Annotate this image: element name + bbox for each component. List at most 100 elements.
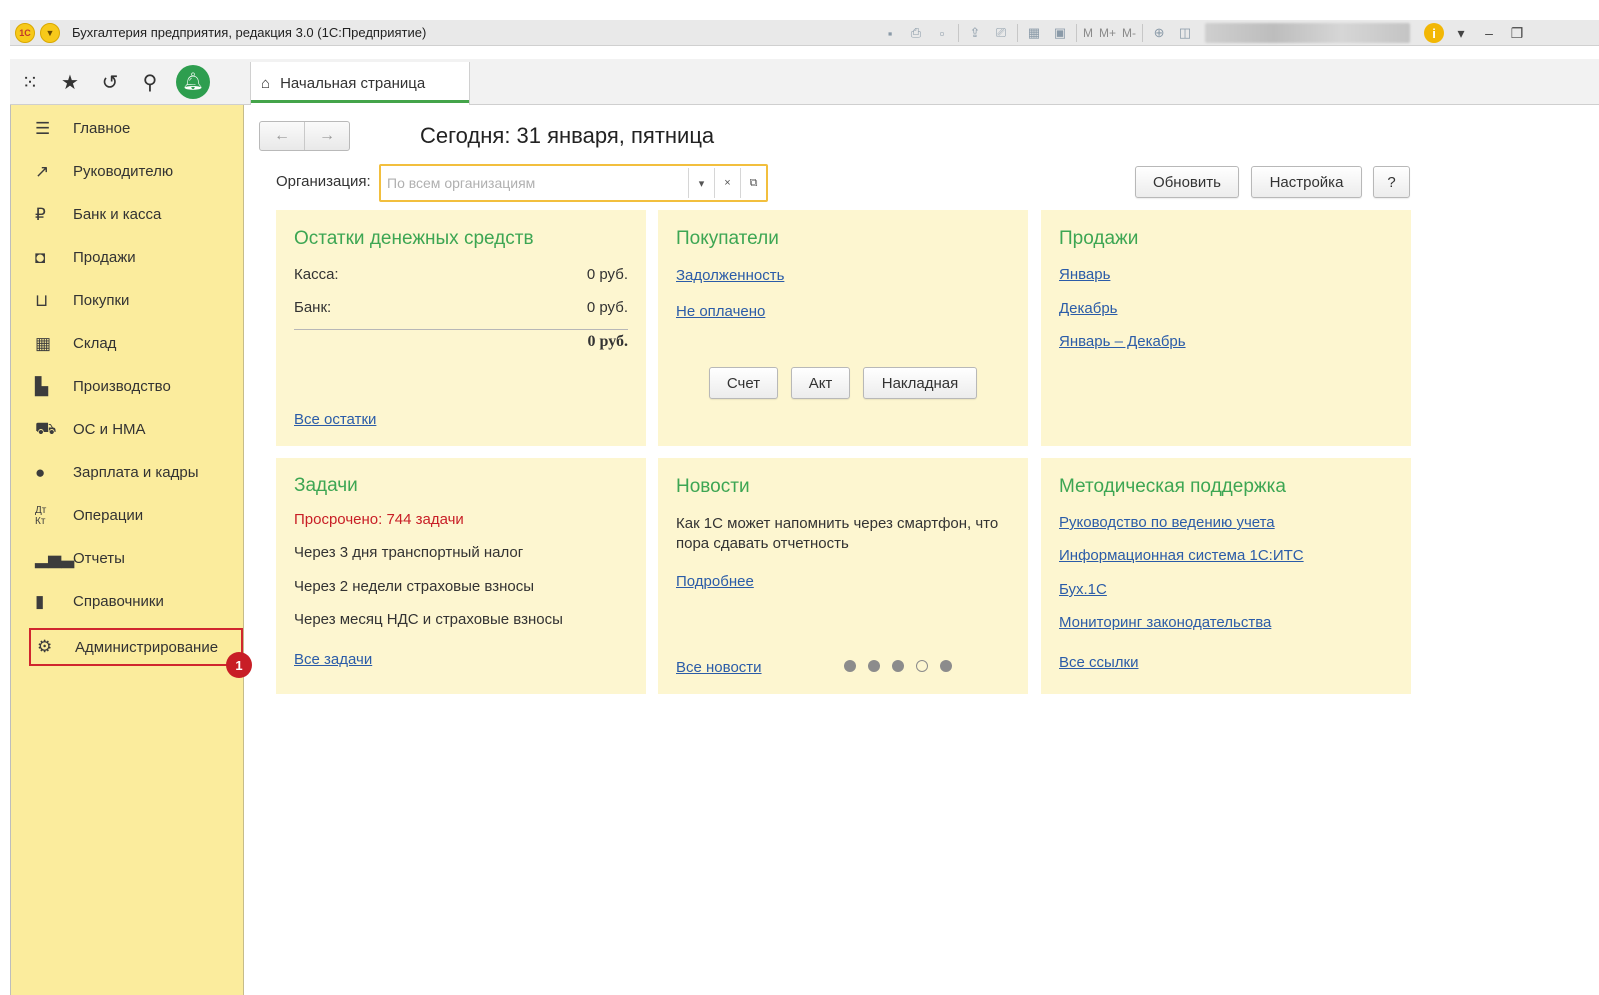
history-nav: ← → [259, 121, 350, 151]
sidebar-item-label: Зарплата и кадры [73, 464, 199, 481]
refresh-button[interactable]: Обновить [1135, 166, 1239, 198]
sidebar-item-sales[interactable]: ◘ Продажи [11, 236, 245, 279]
ruble-coin-icon: ₽ [35, 204, 46, 224]
preview-icon[interactable]: ▫ [932, 24, 952, 42]
task-item[interactable]: Через 2 недели страховые взносы [294, 578, 534, 595]
unpaid-link[interactable]: Не оплачено [676, 303, 765, 320]
news-text: Как 1С может напомнить через смартфон, ч… [676, 515, 999, 552]
support-link[interactable]: Мониторинг законодательства [1059, 614, 1271, 631]
sidebar-item-label: Руководителю [73, 163, 174, 180]
shopping-bag-icon: ◘ [35, 247, 46, 267]
sales-link-december[interactable]: Декабрь [1059, 300, 1117, 317]
toolbar-separator [1142, 24, 1144, 42]
organization-label: Организация: [276, 173, 371, 190]
act-button[interactable]: Акт [791, 367, 850, 399]
info-icon[interactable]: i [1424, 23, 1445, 43]
all-links-link[interactable]: Все ссылки [1059, 654, 1139, 671]
user-name-blurred [1205, 23, 1411, 43]
upload-icon[interactable]: ⇪ [965, 24, 985, 42]
sidebar-item-warehouse[interactable]: ▦ Склад [11, 322, 245, 365]
history-icon[interactable]: ↺ [90, 59, 130, 105]
sidebar-item-fixed-assets[interactable]: ⛟ ОС и НМА [11, 408, 245, 451]
help-button[interactable]: ? [1373, 166, 1410, 198]
sidebar-item-references[interactable]: ▮ Справочники [11, 580, 245, 623]
calendar-icon[interactable]: ▣ [1050, 24, 1070, 42]
all-balances-link[interactable]: Все остатки [294, 411, 376, 428]
zoom-icon[interactable]: ⊕ [1149, 24, 1169, 42]
factory-icon: ▙ [35, 376, 49, 396]
memory-m-minus-button[interactable]: M- [1122, 26, 1136, 40]
sidebar-item-operations[interactable]: Дт Кт Операции [11, 494, 245, 537]
waybill-button[interactable]: Накладная [863, 367, 977, 399]
dropdown-arrow-icon[interactable]: ▾ [688, 168, 714, 198]
app-logo-icon[interactable]: 1С [15, 22, 35, 43]
print-icon[interactable]: ⎙ [906, 24, 926, 42]
minimize-icon[interactable]: – [1478, 25, 1500, 41]
back-arrow-icon[interactable]: ← [260, 122, 304, 150]
sales-panel: Продажи Январь Декабрь Январь – Декабрь [1041, 210, 1411, 446]
sidebar-item-label: Производство [73, 378, 171, 395]
bar-chart-icon: ▂▅▃ [35, 548, 75, 568]
memory-m-button[interactable]: M [1083, 26, 1093, 40]
calculator-icon[interactable]: ▦ [1024, 24, 1044, 42]
sidebar-item-label: Склад [73, 335, 117, 352]
sidebar-item-purchases[interactable]: ⊔ Покупки [11, 279, 245, 322]
sales-link-january[interactable]: Январь [1059, 266, 1110, 283]
scan-icon[interactable]: ⎚ [991, 24, 1011, 42]
title-bar: 1С ▼ Бухгалтерия предприятия, редакция 3… [10, 20, 1599, 46]
restore-icon[interactable]: ❐ [1506, 25, 1528, 42]
sidebar-item-administration[interactable]: ⚙ Администрирование [29, 628, 243, 666]
task-item[interactable]: Через месяц НДС и страховые взносы [294, 611, 563, 628]
sidebar-item-bank[interactable]: ₽ Банк и касса [11, 193, 245, 236]
active-tab-indicator [251, 100, 469, 103]
main-menu-icon[interactable]: ▼ [40, 22, 60, 43]
task-item[interactable]: Через 3 дня транспортный налог [294, 544, 523, 561]
pager-dot[interactable] [940, 660, 952, 672]
total-value: 0 руб. [587, 333, 628, 350]
debt-link[interactable]: Задолженность [676, 267, 784, 284]
dropdown-icon[interactable]: ▾ [1450, 25, 1472, 42]
tab-label: Начальная страница [280, 75, 426, 92]
all-news-link[interactable]: Все новости [676, 659, 762, 676]
cash-value: 0 руб. [586, 266, 628, 283]
support-panel: Методическая поддержка Руководство по ве… [1041, 458, 1411, 694]
toolbar-separator [1017, 24, 1018, 42]
save-icon[interactable]: ▪ [880, 24, 900, 42]
sidebar-item-label: ОС и НМА [73, 421, 146, 438]
search-icon[interactable]: ⚲ [130, 59, 170, 105]
tasks-panel: Задачи Просрочено: 744 задачи Через 3 дн… [276, 458, 646, 694]
open-icon[interactable]: ⧉ [740, 168, 766, 198]
settings-button[interactable]: Настройка [1251, 166, 1362, 198]
notifications-bell-icon[interactable]: 🔔︎ [176, 65, 210, 99]
invoice-button[interactable]: Счет [709, 367, 778, 399]
support-link[interactable]: Руководство по ведению учета [1059, 514, 1275, 531]
pager-dot[interactable] [844, 660, 856, 672]
support-link[interactable]: Бух.1С [1059, 581, 1107, 598]
sidebar-item-reports[interactable]: ▂▅▃ Отчеты [11, 537, 245, 580]
apps-grid-icon[interactable]: ⁙ [10, 59, 50, 105]
pager-dot-current[interactable] [916, 660, 928, 672]
favorites-star-icon[interactable]: ★ [50, 59, 90, 105]
forward-arrow-icon[interactable]: → [304, 122, 349, 150]
tab-home-page[interactable]: ⌂ Начальная страница [250, 62, 470, 105]
read-more-link[interactable]: Подробнее [676, 573, 754, 590]
memory-m-plus-button[interactable]: M+ [1099, 26, 1116, 40]
support-link[interactable]: Информационная система 1С:ИТС [1059, 547, 1304, 564]
clear-icon[interactable]: × [714, 168, 740, 198]
pager-dot[interactable] [892, 660, 904, 672]
sales-link-year[interactable]: Январь – Декабрь [1059, 333, 1186, 350]
pager-dot[interactable] [868, 660, 880, 672]
organization-input[interactable] [381, 168, 688, 198]
sidebar-item-manager[interactable]: ↗ Руководителю [11, 150, 245, 193]
toolbar-separator [1076, 24, 1077, 42]
bank-label: Банк: [294, 299, 332, 316]
news-panel: Новости Как 1С может напомнить через сма… [658, 458, 1028, 694]
sidebar-item-main[interactable]: ☰ Главное [11, 107, 245, 150]
overdue-tasks[interactable]: Просрочено: 744 задачи [294, 511, 464, 528]
panels-icon[interactable]: ◫ [1175, 24, 1195, 42]
sidebar-item-production[interactable]: ▙ Производство [11, 365, 245, 408]
sidebar-item-salary[interactable]: ● Зарплата и кадры [11, 451, 245, 494]
panel-title: Методическая поддержка [1059, 476, 1286, 497]
sidebar-item-label: Справочники [73, 593, 164, 610]
all-tasks-link[interactable]: Все задачи [294, 651, 372, 668]
